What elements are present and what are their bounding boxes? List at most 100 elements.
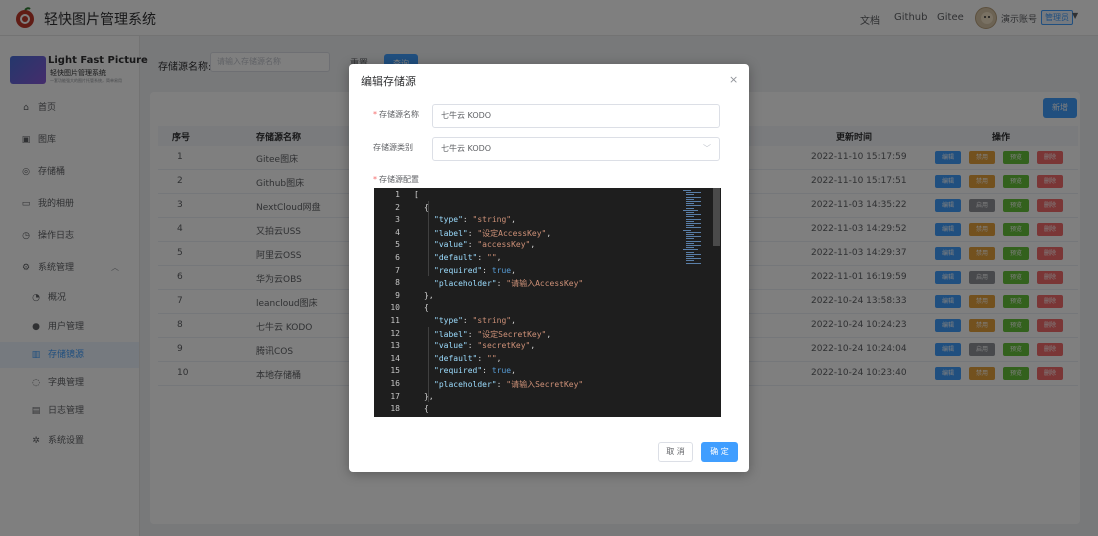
code-line: "placeholder": "请输入SecretKey"	[434, 380, 584, 389]
code-value: "accessKey"	[477, 240, 531, 250]
config-code-editor[interactable]: 1 2 3 4 5 6 7 8 9 10 11 12 13 14 15 16 17 18 [{"type": "s…	[374, 188, 721, 417]
code-key: "value"	[434, 240, 468, 250]
code-value: true	[491, 265, 512, 275]
code-value: ""	[487, 353, 497, 363]
code-punct: {	[424, 404, 429, 414]
indent-guide	[428, 201, 429, 276]
code-line: "value": "secretKey",	[434, 341, 536, 351]
confirm-button[interactable]: 确 定	[701, 442, 738, 462]
minimap-line	[686, 225, 694, 227]
cancel-button[interactable]: 取 消	[658, 442, 693, 462]
code-minimap[interactable]	[683, 188, 711, 268]
code-key: "required"	[434, 265, 483, 275]
minimap-line	[686, 223, 701, 224]
minimap-line	[686, 262, 701, 264]
code-punct: [	[414, 190, 419, 199]
minimap-line	[686, 247, 694, 249]
label-text: 存储源配置	[379, 175, 419, 184]
line-number: 11	[390, 316, 400, 325]
storage-type-select[interactable]: 七牛云 KODO ﹀	[432, 137, 720, 161]
code-value: "请输入AccessKey"	[506, 279, 584, 289]
minimap-line	[686, 260, 694, 262]
dialog-title: 编辑存储源	[361, 75, 416, 88]
editor-scrollbar[interactable]	[713, 188, 720, 246]
minimap-line	[683, 209, 698, 211]
code-line: "required": true,	[434, 366, 516, 376]
minimap-line	[686, 236, 701, 238]
line-number: 18	[390, 404, 400, 414]
code-punct: },	[424, 290, 434, 300]
code-key: "required"	[434, 366, 483, 376]
minimap-line	[686, 238, 694, 240]
minimap-line	[686, 196, 701, 198]
code-key: "label"	[434, 228, 468, 238]
select-value: 七牛云 KODO	[441, 144, 492, 153]
line-number: 6	[395, 253, 400, 262]
line-number: 3	[395, 215, 400, 225]
minimap-line	[683, 229, 691, 231]
code-line: },	[424, 291, 434, 300]
minimap-line	[686, 207, 694, 209]
code-line: {	[424, 404, 429, 413]
code-key: "default"	[434, 253, 478, 262]
code-line: "default": "",	[434, 253, 502, 262]
minimap-line	[686, 231, 701, 233]
code-line: "default": "",	[434, 353, 502, 363]
code-key: "default"	[434, 353, 478, 363]
code-key: "type"	[434, 215, 463, 225]
code-value: "设定AccessKey"	[477, 228, 547, 238]
minimap-line	[686, 242, 694, 244]
line-number: 4	[395, 227, 400, 237]
minimap-line	[686, 218, 701, 220]
minimap-line	[686, 192, 701, 194]
code-key: "type"	[434, 316, 463, 325]
code-line: "label": "设定SecretKey",	[434, 329, 552, 339]
minimap-line	[686, 227, 701, 229]
line-number: 13	[390, 341, 400, 351]
label-text: 存储源名称	[379, 110, 419, 119]
code-value: "string"	[472, 215, 512, 225]
storage-name-input[interactable]: 七牛云 KODO	[432, 104, 720, 128]
code-key: "value"	[434, 341, 468, 351]
minimap-line	[686, 253, 701, 255]
code-value: "设定SecretKey"	[477, 329, 547, 339]
line-number: 5	[395, 240, 400, 250]
code-key: "placeholder"	[434, 380, 497, 389]
line-number: 8	[395, 278, 400, 288]
chevron-down-icon: ﹀	[703, 144, 711, 153]
minimap-line	[686, 251, 694, 253]
minimap-line	[683, 190, 691, 191]
type-field-label: 存储源类别	[373, 143, 413, 152]
minimap-line	[686, 256, 694, 257]
line-number: 17	[390, 391, 400, 401]
minimap-line	[686, 201, 701, 202]
minimap-line	[686, 194, 694, 196]
minimap-line	[686, 214, 701, 216]
line-number: 1	[395, 190, 400, 199]
minimap-line	[686, 240, 701, 242]
line-number: 12	[390, 328, 400, 338]
edit-storage-dialog: 编辑存储源 × * 存储源名称 七牛云 KODO 存储源类别 七牛云 KODO ﹀…	[349, 64, 749, 472]
code-line: "type": "string",	[434, 316, 516, 325]
close-icon[interactable]: ×	[729, 73, 738, 86]
minimap-line	[686, 198, 694, 200]
code-line: "placeholder": "请输入AccessKey"	[434, 279, 584, 289]
minimap-line	[686, 258, 701, 260]
code-value: ""	[487, 253, 497, 262]
code-punct: {	[424, 303, 429, 313]
code-line: "value": "accessKey",	[434, 240, 536, 250]
minimap-line	[686, 220, 694, 222]
line-number: 10	[390, 303, 400, 313]
code-value: true	[491, 366, 512, 376]
line-gutter: 1 2 3 4 5 6 7 8 9 10 11 12 13 14 15 16 17 18	[374, 188, 404, 417]
minimap-line	[686, 203, 694, 205]
line-number: 14	[390, 353, 400, 363]
code-key: "label"	[434, 329, 468, 339]
line-number: 9	[395, 290, 400, 300]
code-value: "请输入SecretKey"	[506, 380, 584, 389]
code-value: "string"	[472, 316, 512, 325]
code-line: "label": "设定AccessKey",	[434, 228, 552, 238]
minimap-line	[683, 249, 698, 251]
code-value: "secretKey"	[477, 341, 531, 351]
code-line: {	[424, 303, 429, 312]
